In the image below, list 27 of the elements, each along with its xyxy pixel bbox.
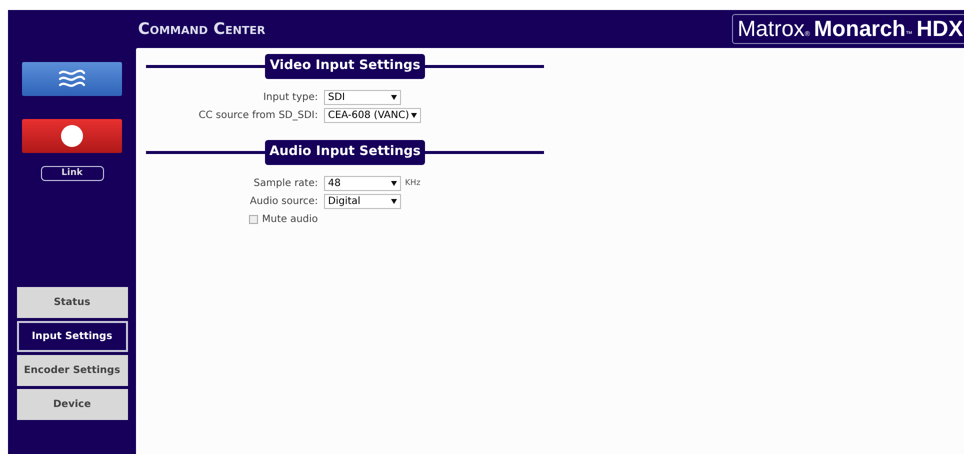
field-label: Audio source:: [248, 194, 319, 208]
field-label: Sample rate:: [252, 176, 319, 190]
streaming-button[interactable]: [22, 62, 122, 96]
checkbox[interactable]: [249, 214, 258, 224]
section-heading: Audio Input Settings: [265, 140, 425, 164]
app-title: Command Center: [138, 18, 266, 40]
field-label: CC source from SD_SDI:: [198, 108, 319, 122]
caret-icon: [391, 180, 397, 186]
select-field[interactable]: 48: [324, 176, 401, 190]
nav-item[interactable]: Encoder Settings: [16, 355, 128, 386]
record-button[interactable]: [22, 119, 122, 153]
nav-item[interactable]: Device: [16, 389, 128, 420]
field-label: Input type:: [262, 90, 319, 104]
select-field[interactable]: Digital: [324, 194, 401, 208]
link-button[interactable]: Link: [40, 166, 104, 181]
checkbox-label: Mute audio: [262, 212, 318, 226]
waves-icon: [57, 68, 87, 90]
section-heading: Video Input Settings: [265, 54, 425, 78]
unit-label: KHz: [405, 177, 420, 189]
caret-icon: [411, 112, 418, 118]
select-field[interactable]: CEA-608 (VANC): [324, 108, 422, 122]
caret-icon: [391, 94, 397, 100]
select-field[interactable]: SDI: [324, 90, 401, 104]
caret-icon: [391, 198, 397, 204]
nav-item[interactable]: Input Settings: [16, 321, 128, 352]
record-icon: [61, 125, 83, 147]
nav-item[interactable]: Status: [16, 287, 128, 318]
